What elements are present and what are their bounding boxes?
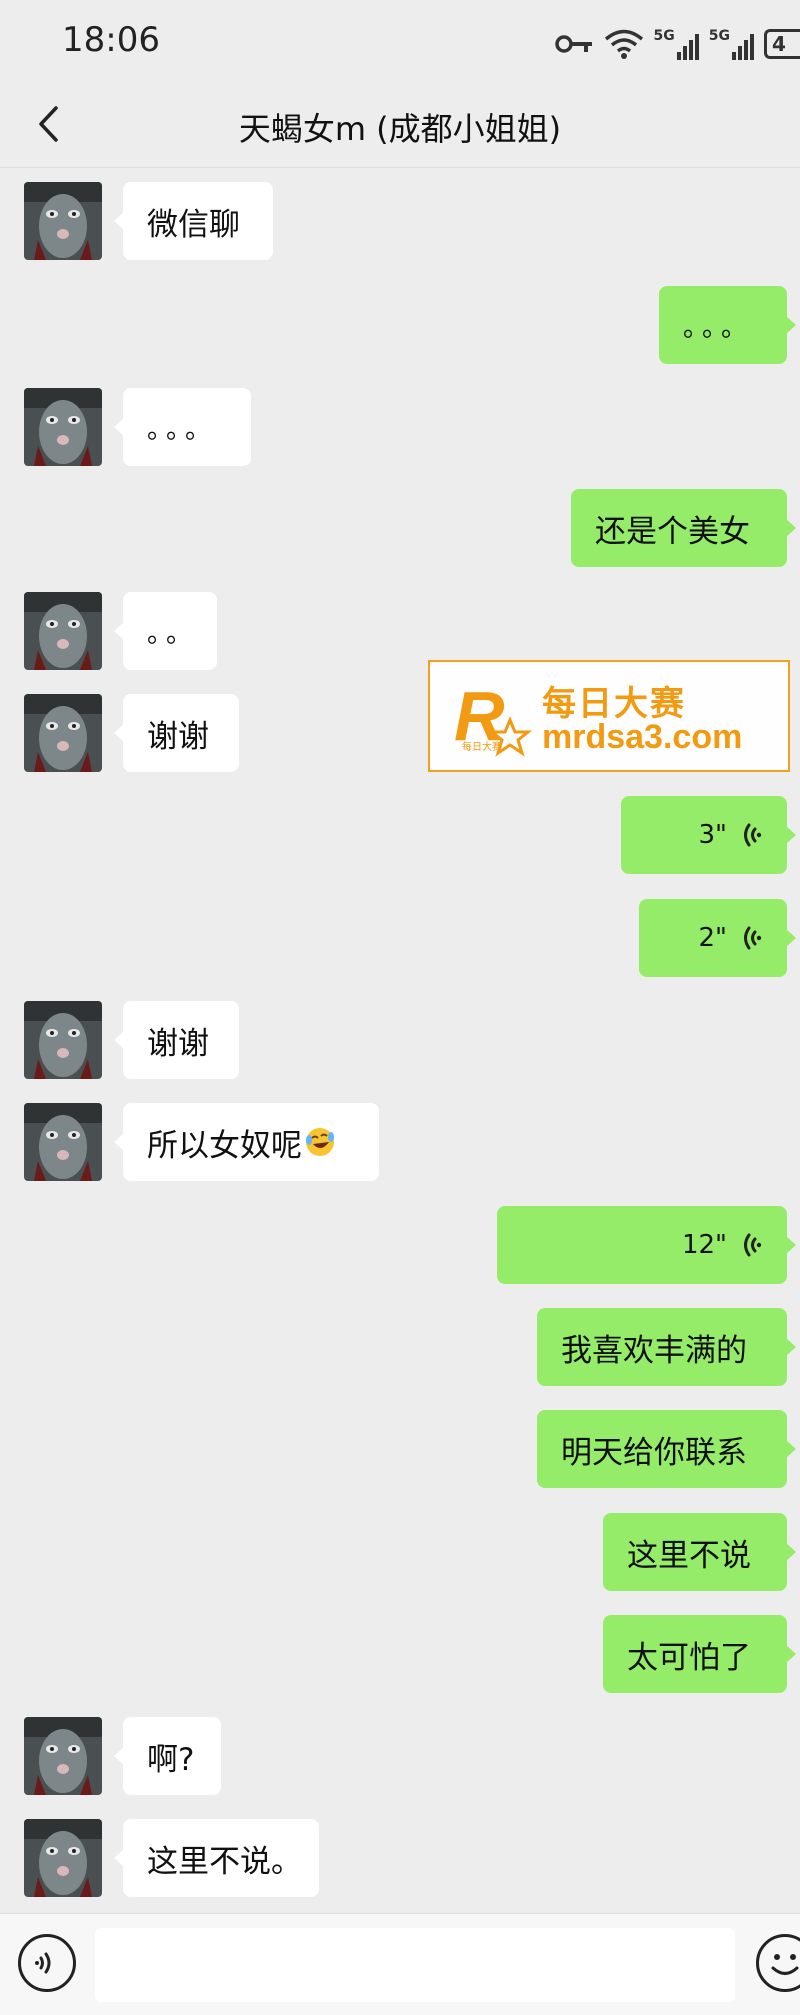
message-text: 这里不说。 — [147, 1843, 302, 1880]
message-text: 太可怕了 — [627, 1639, 751, 1676]
outgoing-message-bubble[interactable]: 我喜欢丰满的 — [537, 1308, 796, 1386]
voice-input-button[interactable] — [18, 1934, 76, 1992]
incoming-message-bubble[interactable]: 。。。 — [114, 388, 251, 466]
network-type-1: 5G — [653, 28, 675, 44]
contact-avatar[interactable] — [24, 694, 102, 772]
voice-message-bubble[interactable]: 3" — [621, 796, 796, 874]
incoming-message-bubble[interactable]: 谢谢 — [114, 694, 239, 772]
contact-avatar[interactable] — [24, 592, 102, 670]
chat-header: 天蝎女m (成都小姐姐) — [0, 80, 800, 168]
outgoing-message-bubble[interactable]: 太可怕了 — [603, 1615, 796, 1693]
incoming-message-bubble[interactable]: 啊? — [114, 1717, 221, 1795]
message-text: 。。。 — [147, 414, 218, 445]
voice-message-bubble[interactable]: 12" — [497, 1206, 796, 1284]
message-text: 啊? — [147, 1741, 195, 1778]
voice-wave-icon — [744, 1233, 762, 1257]
message-input[interactable] — [95, 1928, 735, 2002]
message-text: 我喜欢丰满的 — [561, 1332, 747, 1369]
voice-duration: 2" — [698, 923, 727, 953]
message-text: 微信聊 — [147, 206, 240, 243]
outgoing-message-bubble[interactable]: 明天给你联系 — [537, 1410, 796, 1488]
message-text: 。。。 — [683, 312, 754, 343]
watermark-domain: mrdsa3.com — [542, 718, 743, 756]
watermark-logo: R 每日大赛 — [454, 677, 533, 757]
message-text: 明天给你联系 — [561, 1434, 747, 1471]
laughing-crying-emoji-icon — [306, 1128, 334, 1156]
status-time: 18:06 — [62, 20, 160, 60]
signal-icon-2: 5G — [709, 28, 754, 60]
voice-wave-icon — [744, 926, 762, 950]
key-icon — [554, 35, 592, 53]
battery-icon: 4 — [764, 29, 800, 59]
message-text: 所以女奴呢 — [147, 1127, 302, 1164]
outgoing-message-bubble[interactable]: 还是个美女 — [571, 489, 796, 567]
voice-input-icon — [35, 1952, 51, 1974]
signal-icon: 5G — [654, 28, 699, 60]
input-bar — [0, 1913, 800, 2015]
outgoing-message-bubble[interactable]: 这里不说 — [603, 1513, 796, 1591]
incoming-message-bubble[interactable]: 谢谢 — [114, 1001, 239, 1079]
message-text: 谢谢 — [147, 718, 209, 755]
contact-avatar[interactable] — [24, 182, 102, 260]
message-text: 谢谢 — [147, 1025, 209, 1062]
incoming-message-bubble[interactable]: 微信聊 — [114, 182, 273, 260]
status-bar: 18:06 5G 5G 4 — [0, 0, 800, 80]
incoming-message-bubble[interactable]: 所以女奴呢 — [114, 1103, 379, 1181]
voice-duration: 3" — [698, 820, 727, 850]
contact-avatar[interactable] — [24, 388, 102, 466]
chat-title: 天蝎女m (成都小姐姐) — [238, 110, 562, 148]
svg-text:每日大赛: 每日大赛 — [462, 740, 502, 753]
contact-avatar[interactable] — [24, 1103, 102, 1181]
contact-avatar[interactable] — [24, 1001, 102, 1079]
message-text: 。。 — [147, 618, 199, 649]
watermark: R 每日大赛 每日大赛 mrdsa3.com — [428, 660, 790, 772]
network-type-2: 5G — [708, 28, 730, 44]
outgoing-message-bubble[interactable]: 。。。 — [659, 286, 796, 364]
emoji-icon — [771, 1954, 799, 1975]
voice-wave-icon — [744, 823, 762, 847]
status-icons: 5G 5G 4 — [554, 24, 800, 64]
wifi-icon — [604, 29, 643, 59]
incoming-message-bubble[interactable]: 这里不说。 — [114, 1819, 319, 1897]
message-text: 这里不说 — [627, 1537, 751, 1574]
contact-avatar[interactable] — [24, 1819, 102, 1897]
message-text: 还是个美女 — [595, 513, 750, 550]
contact-avatar[interactable] — [24, 1717, 102, 1795]
incoming-message-bubble[interactable]: 。。 — [114, 592, 217, 670]
emoji-button[interactable] — [756, 1934, 800, 1992]
voice-duration: 12" — [681, 1230, 727, 1260]
voice-message-bubble[interactable]: 2" — [639, 899, 796, 977]
